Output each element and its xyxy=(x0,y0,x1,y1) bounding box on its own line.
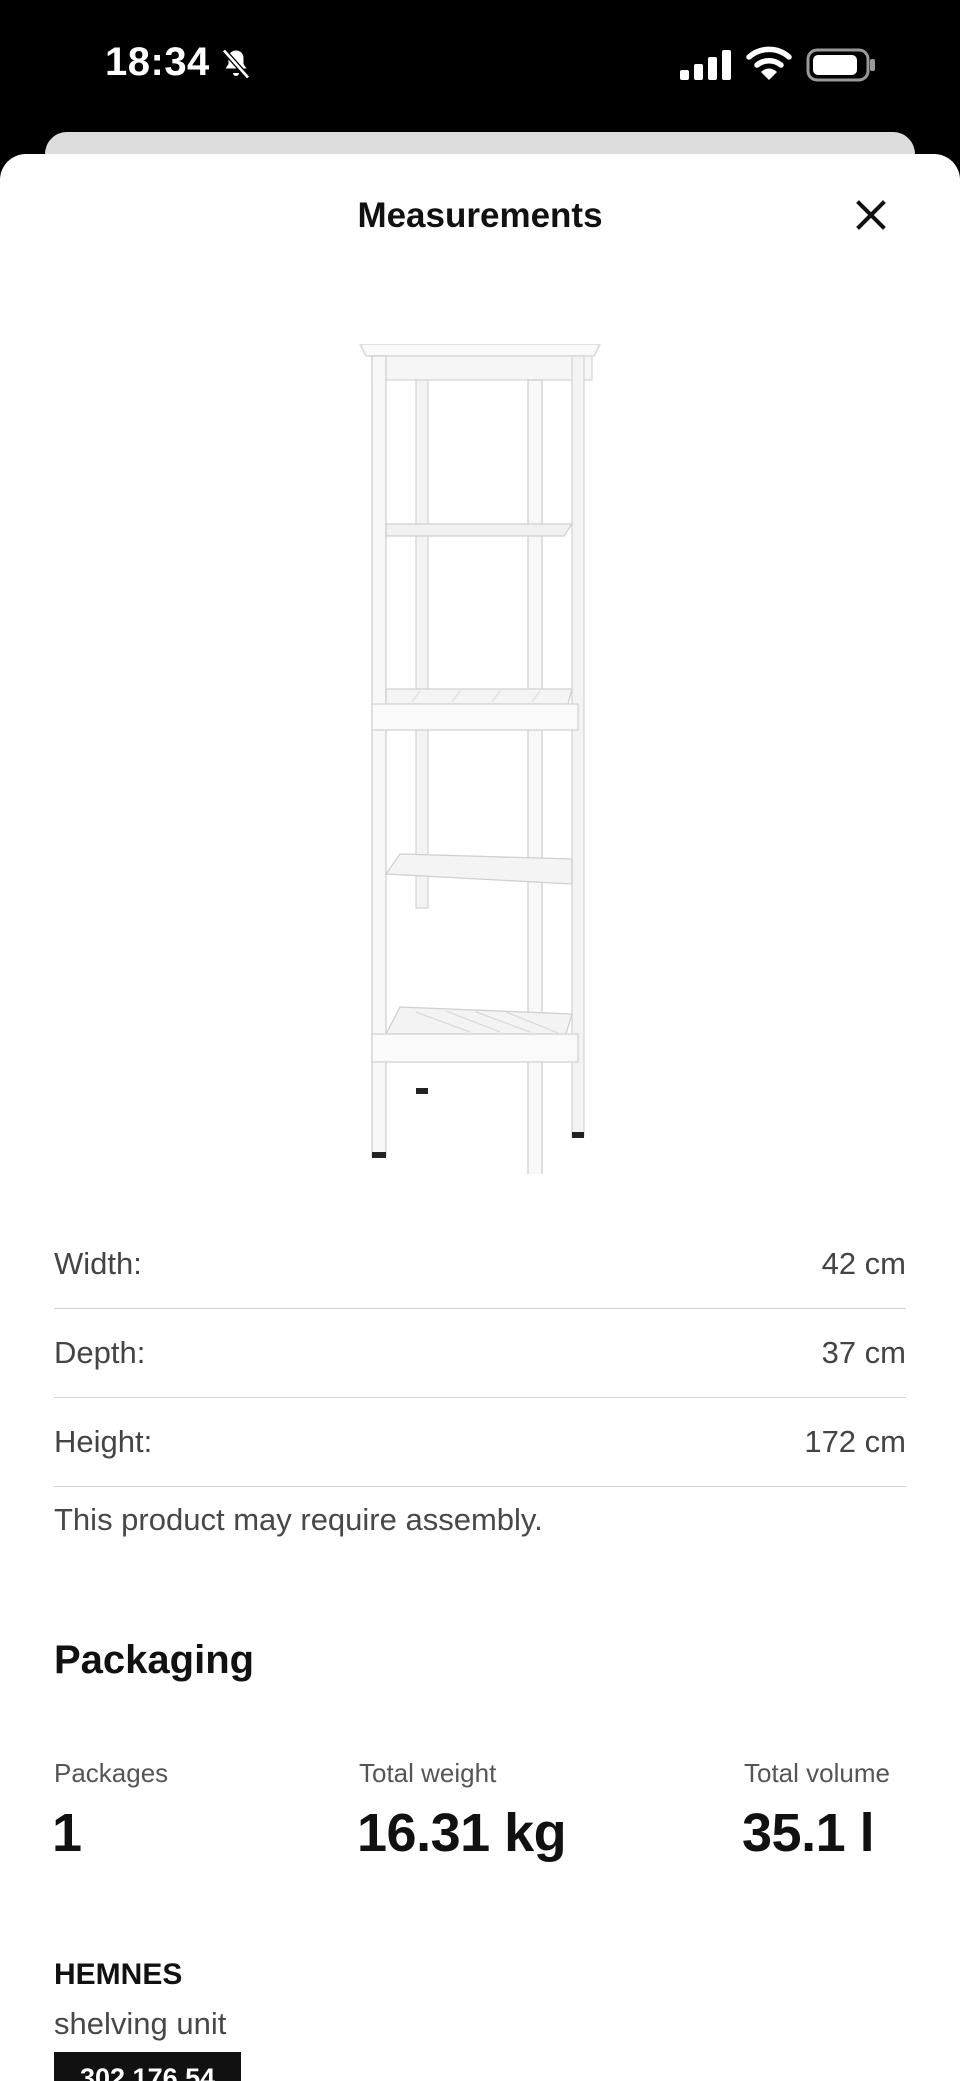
dimension-row-depth: Depth: 37 cm xyxy=(54,1309,906,1398)
packaging-title: Packaging xyxy=(54,1638,255,1682)
status-time: 18:34 xyxy=(105,40,210,84)
total-weight-value: 16.31 kg xyxy=(357,1803,567,1863)
measurements-sheet: Measurements Width: 42 cm Depth: 37 cm H… xyxy=(0,154,960,2081)
dimension-label: Depth: xyxy=(54,1335,146,1370)
article-number-badge: 302.176.54 xyxy=(54,2052,242,2081)
product-image xyxy=(359,344,601,1174)
cellular-signal-icon xyxy=(680,50,731,80)
wifi-icon xyxy=(746,46,792,80)
total-volume-value: 35.1 l xyxy=(742,1803,875,1863)
dimension-value: 42 cm xyxy=(821,1246,906,1281)
dimensions-list: Width: 42 cm Depth: 37 cm Height: 172 cm xyxy=(54,1220,906,1487)
sheet-title: Measurements xyxy=(357,196,603,235)
battery-icon xyxy=(806,48,875,82)
dimension-value: 172 cm xyxy=(804,1424,906,1459)
total-weight-label: Total weight xyxy=(359,1758,497,1788)
assembly-note: This product may require assembly. xyxy=(54,1502,543,1537)
total-volume-label: Total volume xyxy=(744,1758,890,1788)
status-bar: 18:34 xyxy=(0,0,960,130)
close-button[interactable] xyxy=(846,190,896,240)
packages-label: Packages xyxy=(54,1758,169,1788)
product-name: HEMNES xyxy=(54,1958,183,1991)
dimension-row-width: Width: 42 cm xyxy=(54,1220,906,1309)
dimension-value: 37 cm xyxy=(821,1335,906,1370)
packages-value: 1 xyxy=(52,1803,82,1863)
dimension-label: Height: xyxy=(54,1424,153,1459)
dimension-label: Width: xyxy=(54,1246,142,1281)
bell-slash-icon xyxy=(222,48,250,80)
close-icon xyxy=(856,200,886,230)
product-description: shelving unit xyxy=(54,2006,227,2041)
dimension-row-height: Height: 172 cm xyxy=(54,1398,906,1487)
